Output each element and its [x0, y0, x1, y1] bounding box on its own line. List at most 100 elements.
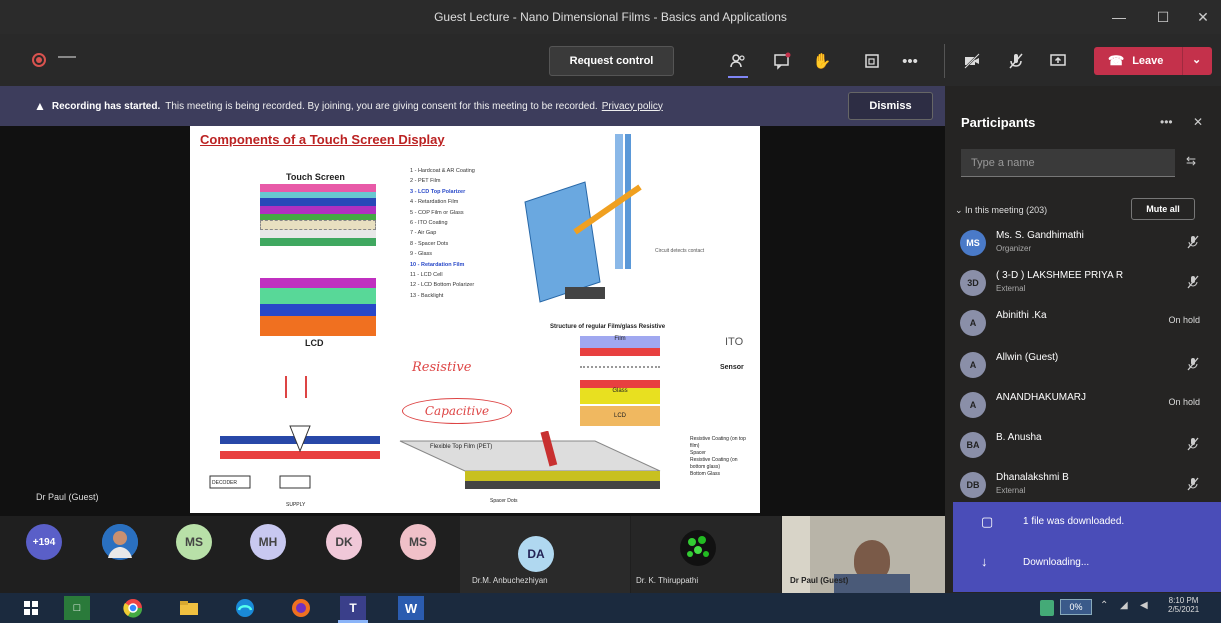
legend-item: Spacer	[690, 450, 706, 456]
participant-name: Abinithi .Ka	[996, 310, 1047, 321]
chevron-up-icon[interactable]: ⌃	[1100, 600, 1108, 611]
shared-slide: Components of a Touch Screen Display Tou…	[190, 126, 760, 513]
request-control-button[interactable]: Request control	[549, 46, 674, 76]
handwritten-mark	[285, 376, 307, 398]
mute-all-button[interactable]: Mute all	[1131, 198, 1195, 220]
participant-role: External	[996, 486, 1026, 495]
participant-avatar[interactable]: DK	[326, 524, 362, 560]
glass-layer: Glass	[580, 388, 660, 404]
chevron-down-icon: ⌄	[955, 205, 966, 215]
banner-text: This meeting is being recorded. By joini…	[165, 100, 598, 112]
panel-more-icon[interactable]: •••	[1160, 115, 1173, 129]
layer-item: 10 - Retardation Film	[410, 261, 465, 268]
phone-hangup-icon: ☎	[1108, 53, 1125, 68]
firefox-icon[interactable]	[288, 596, 314, 620]
participant-avatar[interactable]: MH	[250, 524, 286, 560]
participant-row[interactable]: A Abinithi .Ka On hold	[960, 304, 1200, 340]
privacy-policy-link[interactable]: Privacy policy	[602, 101, 663, 112]
teams-icon[interactable]: T	[340, 596, 366, 620]
participant-name: Ms. S. Gandhimathi	[996, 230, 1084, 241]
participant-row[interactable]: 3D ( 3-D ) LAKSHMEE PRIYA R External	[960, 264, 1200, 300]
legend-item: Resistive Coating (on bottom glass)	[690, 457, 738, 470]
calendar-app-icon[interactable]: □	[64, 596, 90, 620]
rooms-icon[interactable]	[856, 46, 888, 76]
avatar: MS	[960, 230, 986, 256]
participant-row[interactable]: MS Ms. S. Gandhimathi Organizer	[960, 224, 1200, 260]
layer-item: 1 - Hardcoat & AR Coating	[410, 168, 475, 174]
layer-item: 11 - LCD Cell	[410, 272, 443, 279]
spacer-dots-label: Spacer Dots	[490, 498, 518, 504]
avatar: 3D	[960, 270, 986, 296]
panel-title: Participants	[961, 115, 1036, 130]
start-icon[interactable]	[18, 596, 44, 620]
file-explorer-icon[interactable]	[176, 596, 202, 620]
share-invite-icon[interactable]: ⇆	[1186, 154, 1196, 168]
word-icon[interactable]: W	[398, 596, 424, 620]
share-screen-icon[interactable]	[1042, 46, 1074, 76]
participant-avatar[interactable]: MS	[176, 524, 212, 560]
close-icon[interactable]: ✕	[1185, 0, 1221, 34]
pet-label: Flexible Top Film (PET)	[430, 444, 493, 450]
chevron-down-icon[interactable]: ⌄	[1192, 53, 1201, 66]
participant-row[interactable]: A ANANDHAKUMARJ On hold	[960, 386, 1200, 422]
chat-icon[interactable]	[766, 46, 798, 76]
dismiss-button[interactable]: Dismiss	[848, 92, 933, 120]
supply-label: SUPPLY	[286, 502, 306, 508]
mic-off-icon[interactable]	[1000, 46, 1032, 76]
tile-name-label: Dr Paul (Guest)	[790, 576, 849, 585]
decoder-label: DECODER	[212, 480, 238, 486]
download-notification[interactable]: ▢ 1 file was downloaded. ↓ Downloading..…	[953, 502, 1221, 592]
participant-photo-avatar[interactable]	[102, 524, 138, 560]
leave-button[interactable]: ☎ Leave ⌄	[1094, 47, 1212, 75]
participant-name: ( 3-D ) LAKSHMEE PRIYA R	[996, 270, 1124, 281]
svg-text:Circuit detects contact: Circuit detects contact	[655, 248, 705, 254]
status-on-hold: On hold	[1168, 315, 1200, 325]
battery-indicator[interactable]: 0%	[1060, 599, 1092, 615]
status-on-hold: On hold	[1168, 397, 1200, 407]
toolbar-divider	[944, 44, 945, 78]
mic-off-icon	[1186, 437, 1200, 453]
legend-item: Bottom Glass	[690, 471, 721, 477]
edge-icon[interactable]	[232, 596, 258, 620]
clock[interactable]: 8:10 PM 2/5/2021	[1168, 596, 1199, 614]
touch-illustration: Circuit detects contact	[524, 134, 705, 303]
lcd-layer-stack	[260, 278, 376, 336]
handwritten-resistive: Resistive	[412, 360, 472, 375]
volume-icon[interactable]: ◀	[1140, 600, 1148, 611]
handwritten-capacitive: Capacitive	[402, 398, 512, 424]
avatar: BA	[960, 432, 986, 458]
participants-icon[interactable]	[722, 46, 754, 76]
participant-row[interactable]: BA B. Anusha	[960, 426, 1200, 462]
camera-off-icon[interactable]	[956, 46, 988, 76]
layer-item: 5 - COP Film or Glass	[410, 209, 464, 216]
mic-off-icon	[1186, 235, 1200, 251]
leave-label: Leave	[1132, 55, 1164, 67]
raise-hand-icon[interactable]: ✋	[806, 46, 838, 76]
participant-search-input[interactable]: Type a name	[961, 149, 1175, 177]
clock-date: 2/5/2021	[1168, 605, 1200, 614]
panel-close-icon[interactable]: ✕	[1193, 115, 1203, 129]
ito-top-layer	[580, 348, 660, 356]
layer-legend: 1 - Hardcoat & AR Coating 2 - PET Film 3…	[410, 166, 520, 301]
network-icon[interactable]: ◢	[1120, 600, 1128, 611]
recording-line	[58, 56, 76, 58]
mic-off-icon	[1186, 357, 1200, 373]
film-layer: Film	[580, 336, 660, 348]
minimize-icon[interactable]: —	[1101, 0, 1137, 34]
maximize-icon[interactable]: ☐	[1145, 0, 1181, 34]
resistive-title: Structure of regular Film/glass Resistiv…	[550, 324, 666, 330]
shield-icon[interactable]	[1040, 600, 1054, 616]
layer-item: 2 - PET Film	[410, 178, 441, 185]
more-options-icon[interactable]: •••	[894, 46, 926, 76]
more-participants-count[interactable]: +194	[26, 524, 62, 560]
touch-screen-label: Touch Screen	[286, 172, 345, 182]
participant-name: B. Anusha	[996, 432, 1042, 443]
chrome-icon[interactable]	[120, 596, 146, 620]
participant-row[interactable]: A Allwin (Guest)	[960, 346, 1200, 382]
tile-name-label: Dr. K. Thiruppathi	[636, 576, 699, 585]
participant-row[interactable]: DB Dhanalakshmi B External	[960, 466, 1200, 502]
slide-title: Components of a Touch Screen Display	[200, 132, 445, 147]
in-meeting-section-header[interactable]: ⌄ In this meeting (203)	[955, 205, 1047, 216]
participant-avatar[interactable]: MS	[400, 524, 436, 560]
avatar: A	[960, 392, 986, 418]
